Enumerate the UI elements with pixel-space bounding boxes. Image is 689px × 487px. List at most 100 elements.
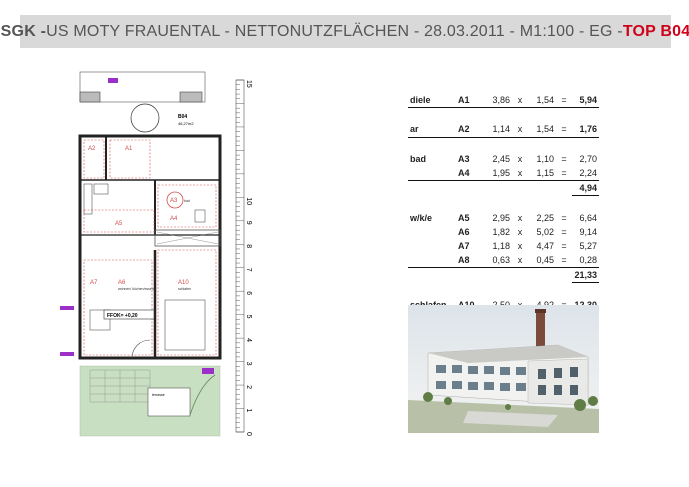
length-value: 2,45 <box>492 153 510 164</box>
width-value: 1,15 <box>528 165 556 182</box>
width-value: 1,54 <box>528 122 556 138</box>
title-unit: TOP B04 <box>622 22 689 40</box>
multiply-sign: x <box>517 240 523 251</box>
spacer-row <box>408 137 599 152</box>
length-value: 1,14 <box>482 122 512 138</box>
title-main: US MOTY FRAUENTAL - NETTONUTZFLÄCHEN - 2… <box>46 22 623 40</box>
subtotal-value: 21,33 <box>572 267 599 284</box>
subtotal-row: 21,33 <box>408 267 599 284</box>
area-row: bad A3 2,45 x 1,10 = 2,70 <box>408 152 599 166</box>
unit-label: B04 <box>178 114 187 120</box>
area-value: 6,64 <box>579 212 597 223</box>
scale-label: 3 <box>245 362 252 366</box>
width-value: 1,54 <box>528 93 556 109</box>
scale-label: 9 <box>245 221 252 225</box>
area-row: ar A2 1,14 x 1,54 = 1,76 <box>408 122 599 138</box>
room-label: w/k/e <box>410 212 433 223</box>
length-value: 2,95 <box>492 212 510 223</box>
room-name-bath: bad <box>184 199 190 203</box>
room-code: A3 <box>458 153 470 164</box>
room-code: A2 <box>456 122 482 138</box>
room-code: A6 <box>458 226 470 237</box>
room-tag-a2: A2 <box>88 146 96 152</box>
title-prefix: SGK - <box>0 22 47 40</box>
area-value: 9,14 <box>579 226 597 237</box>
room-label: ar <box>408 122 456 138</box>
scale-label: 6 <box>245 291 252 295</box>
multiply-sign: x <box>512 93 528 109</box>
multiply-sign: x <box>512 165 528 182</box>
room-tag-a1: A1 <box>125 146 133 152</box>
scale-label: 5 <box>245 315 252 319</box>
length-value: 3,86 <box>482 93 512 109</box>
room-label: bad <box>410 153 427 164</box>
room-label <box>408 165 456 182</box>
room-tag-a6: A6 <box>118 280 126 286</box>
length-value: 1,95 <box>482 165 512 182</box>
area-row: A6 1,82 x 5,02 = 9,14 <box>408 225 599 239</box>
spacer-row <box>408 283 599 298</box>
room-code: A4 <box>456 165 482 182</box>
scale-label: 15 <box>245 80 252 88</box>
multiply-sign: x <box>517 153 523 164</box>
room-tag-a10: A10 <box>178 280 189 286</box>
equals-sign: = <box>556 122 572 138</box>
area-value: 2,24 <box>572 165 599 182</box>
width-value: 5,02 <box>536 226 554 237</box>
scale-label: 10 <box>245 197 252 205</box>
subtotal-row: 4,94 <box>408 180 599 197</box>
building-rendering <box>408 305 599 433</box>
room-label <box>408 239 456 253</box>
unit-area: 46,27m2 <box>178 121 194 126</box>
spacer-row <box>408 108 599 123</box>
page-title: SGK - US MOTY FRAUENTAL - NETTONUTZFLÄCH… <box>1 15 689 48</box>
room-label <box>408 225 456 239</box>
area-row: A4 1,95 x 1,15 = 2,24 <box>408 165 599 182</box>
scale-label: 8 <box>245 244 252 248</box>
equals-sign: = <box>556 253 572 269</box>
area-row: w/k/e A5 2,95 x 2,25 = 6,64 <box>408 211 599 225</box>
area-value: 2,70 <box>579 153 597 164</box>
marker-icon <box>108 78 118 83</box>
room-label: diele <box>408 93 456 109</box>
length-value: 1,82 <box>492 226 510 237</box>
multiply-sign: x <box>517 226 523 237</box>
scale-label: 2 <box>245 385 252 389</box>
marker-icon <box>60 352 74 356</box>
spacer-cell <box>408 283 599 298</box>
room-name-bedroom: schlafen <box>178 287 191 291</box>
length-value: 1,18 <box>492 240 510 251</box>
multiply-sign: x <box>512 253 528 269</box>
equals-sign: = <box>561 240 567 251</box>
width-value: 4,47 <box>536 240 554 251</box>
equals-sign: = <box>561 226 567 237</box>
equals-sign: = <box>556 165 572 182</box>
multiply-sign: x <box>517 212 523 223</box>
area-value: 5,94 <box>572 93 599 109</box>
multiply-sign: x <box>512 122 528 138</box>
spacer-cell <box>408 196 599 211</box>
scale-label: 7 <box>245 268 252 272</box>
area-value: 5,27 <box>579 240 597 251</box>
width-value: 0,45 <box>528 253 556 269</box>
fok-label: FFOK= +0,20 <box>107 313 138 319</box>
subtotal-spacer <box>408 268 572 283</box>
marker-icon <box>202 368 214 374</box>
area-row: A8 0,63 x 0,45 = 0,28 <box>408 253 599 269</box>
room-tag-a7: A7 <box>90 280 98 286</box>
room-name-living: wohnen/ küchen/essen <box>118 287 154 291</box>
area-row: diele A1 3,86 x 1,54 = 5,94 <box>408 93 599 109</box>
room-tag-a5: A5 <box>115 221 123 227</box>
room-code: A8 <box>456 253 482 269</box>
width-value: 1,10 <box>536 153 554 164</box>
scale-label: 0 <box>245 432 252 436</box>
room-tag-a3: A3 <box>170 198 178 204</box>
room-tag-a4: A4 <box>170 216 178 222</box>
scale-label: 1 <box>245 409 252 413</box>
area-value: 0,28 <box>572 253 599 269</box>
subtotal-value: 4,94 <box>572 180 599 197</box>
floor-plan: B04 46,27m2 A2 A1 A3 A4 A5 A6 A7 A10 woh… <box>60 71 252 437</box>
room-code: A7 <box>458 240 470 251</box>
spacer-cell <box>408 108 599 123</box>
area-value: 1,76 <box>572 122 599 138</box>
